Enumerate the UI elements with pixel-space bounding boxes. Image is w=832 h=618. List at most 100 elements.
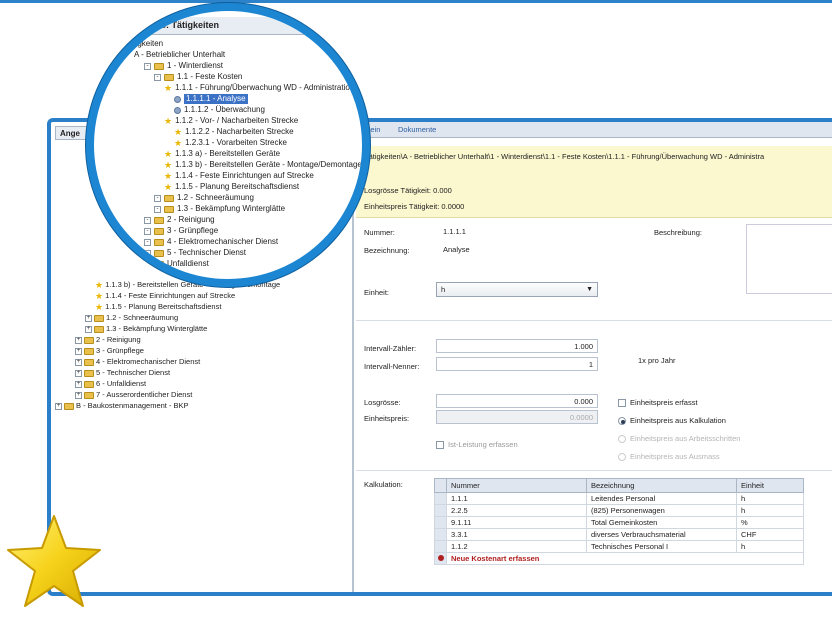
cell-nummer[interactable]: 1.1.1 bbox=[446, 492, 587, 505]
magnified-tree-node[interactable]: A - Betrieblicher Unterhalt bbox=[134, 50, 225, 60]
tree-node[interactable]: + B - Baukostenmanagement - BKP bbox=[55, 401, 189, 411]
collapse-icon[interactable]: - bbox=[144, 62, 151, 70]
beschreibung-field[interactable] bbox=[746, 224, 832, 294]
collapse-icon[interactable]: - bbox=[154, 194, 161, 202]
option-aus-ausmass[interactable]: Einheitspreis aus Ausmass bbox=[618, 452, 720, 461]
tree-node[interactable]: +1.2 - Schneeräumung bbox=[85, 313, 178, 323]
grid-row[interactable]: 1.1.2 Technisches Personal Ih bbox=[434, 540, 804, 553]
grid-row[interactable]: 2.2.5 (825) Personenwagen h bbox=[434, 504, 804, 517]
magnified-tree-node[interactable]: ★ 1.1.2.2 - Nacharbeiten Strecke bbox=[174, 127, 294, 137]
expand-icon[interactable]: + bbox=[75, 358, 82, 366]
expand-icon[interactable]: + bbox=[75, 347, 82, 355]
expand-icon[interactable]: + bbox=[85, 314, 92, 322]
row-selector[interactable] bbox=[434, 504, 447, 517]
expand-icon[interactable]: + bbox=[75, 336, 82, 344]
magnified-tree-node[interactable]: ★ 1.1.2 - Vor- / Nacharbeiten Strecke bbox=[164, 116, 298, 126]
cell-bezeichnung[interactable]: Technisches Personal I bbox=[586, 540, 737, 553]
expand-icon[interactable]: + bbox=[85, 325, 92, 333]
tree-node[interactable]: +7 - Ausserordentlicher Dienst bbox=[75, 390, 192, 400]
new-cost-type-link[interactable]: Neue Kostenart erfassen bbox=[446, 552, 804, 565]
magnified-tree-node[interactable]: - 2 - Reinigung bbox=[144, 215, 215, 225]
einheitspreis-field[interactable]: 0.0000 bbox=[436, 410, 598, 424]
collapse-icon[interactable]: - bbox=[144, 227, 151, 235]
nummer-field[interactable]: 1.1.1.1 bbox=[438, 224, 598, 238]
tree-node-label: 5 - Technischer Dienst bbox=[96, 368, 171, 377]
cell-nummer[interactable]: 3.3.1 bbox=[446, 528, 587, 541]
collapse-icon[interactable]: - bbox=[154, 205, 161, 213]
cell-einheit[interactable]: h bbox=[736, 504, 804, 517]
cell-einheit[interactable]: % bbox=[736, 516, 804, 529]
grid-header-bezeichnung[interactable]: Bezeichnung bbox=[586, 478, 737, 493]
magnified-tree-node[interactable]: - 5 - Technischer Dienst bbox=[144, 248, 246, 258]
folder-icon bbox=[64, 402, 74, 410]
grid-header-nummer[interactable]: Nummer bbox=[446, 478, 587, 493]
option-aus-kalkulation[interactable]: Einheitspreis aus Kalkulation bbox=[618, 416, 726, 425]
expand-icon[interactable]: + bbox=[75, 380, 82, 388]
expand-icon[interactable]: + bbox=[75, 369, 82, 377]
tree-node-label: 3 - Grünpflege bbox=[167, 226, 219, 235]
row-selector[interactable] bbox=[434, 516, 447, 529]
option-aus-arbeitsschritten[interactable]: Einheitspreis aus Arbeitsschritten bbox=[618, 434, 740, 443]
cell-einheit[interactable]: h bbox=[736, 492, 804, 505]
magnified-tree-node[interactable]: ★ 1.2.3.1 - Vorarbeiten Strecke bbox=[174, 138, 287, 148]
tree-node[interactable]: +2 - Reinigung bbox=[75, 335, 141, 345]
magnified-tree-node[interactable]: - Unfalldienst bbox=[144, 259, 209, 269]
grid-row[interactable]: 9.1.11 Total Gemeinkosten% bbox=[434, 516, 804, 529]
cell-nummer[interactable]: 9.1.11 bbox=[446, 516, 587, 529]
tree-node[interactable]: +5 - Technischer Dienst bbox=[75, 368, 170, 378]
intervall-nenner-field[interactable]: 1 bbox=[436, 357, 598, 371]
magnified-tree-node[interactable]: ★ 1.1.5 - Planung Bereitschaftsdienst bbox=[164, 182, 299, 192]
expand-icon[interactable]: + bbox=[55, 402, 62, 410]
cell-nummer[interactable]: 1.1.2 bbox=[446, 540, 587, 553]
tree-node[interactable]: +6 - Unfalldienst bbox=[75, 379, 146, 389]
row-selector[interactable] bbox=[434, 540, 447, 553]
grid-header-einheit[interactable]: Einheit bbox=[736, 478, 804, 493]
new-row[interactable]: Neue Kostenart erfassen bbox=[434, 552, 804, 565]
magnified-tree-node[interactable]: - 1.1 - Feste Kosten bbox=[154, 72, 242, 82]
tree-node[interactable]: ★ 1.1.5 - Planung Bereitschaftsdienst bbox=[95, 302, 221, 312]
cell-einheit[interactable]: CHF bbox=[736, 528, 804, 541]
collapse-icon[interactable]: - bbox=[144, 238, 151, 246]
cell-bezeichnung[interactable]: Leitendes Personal bbox=[586, 492, 737, 505]
tree-node[interactable]: +1.3 - Bekämpfung Winterglätte bbox=[85, 324, 207, 334]
magnified-tree-node[interactable]: - 3 - Grünpflege bbox=[144, 226, 218, 236]
magnified-tree-node[interactable]: Tätigkeiten bbox=[124, 39, 163, 49]
magnified-tree-node[interactable]: 1.1.1.1 - Analyse bbox=[174, 94, 248, 104]
grid-row[interactable]: 1.1.1 Leitendes Personal h bbox=[434, 492, 804, 505]
magnified-tree-node[interactable]: ★ 1.1.4 - Feste Einrichtungen auf Strecke bbox=[164, 171, 314, 181]
magnified-tree-node[interactable]: - 1.2 - Schneeräumung bbox=[154, 193, 254, 203]
cell-einheit[interactable]: h bbox=[736, 540, 804, 553]
tree-node-label: 7 - Ausserordentlicher Dienst bbox=[96, 390, 193, 399]
collapse-icon[interactable]: - bbox=[144, 249, 151, 257]
option-einheitspreis-erfasst[interactable]: Einheitspreis erfasst bbox=[618, 398, 698, 407]
collapse-icon[interactable]: - bbox=[144, 216, 151, 224]
magnified-tree-node[interactable]: 1.1.1.2 - Überwachung bbox=[174, 105, 265, 115]
row-selector[interactable] bbox=[434, 528, 447, 541]
magnified-tree-node[interactable]: - 4 - Elektromechanischer Dienst bbox=[144, 237, 278, 247]
magnified-tree-node[interactable]: - 1.3 - Bekämpfung Winterglätte bbox=[154, 204, 285, 214]
tree-node[interactable]: ★ 1.1.4 - Feste Einrichtungen auf Strecke bbox=[95, 291, 235, 301]
cell-bezeichnung[interactable]: Total Gemeinkosten bbox=[586, 516, 737, 529]
losgroesse-field[interactable]: 0.000 bbox=[436, 394, 598, 408]
magnified-tree-node[interactable]: - 1 - Winterdienst bbox=[144, 61, 223, 71]
magnified-tree-node[interactable]: ★ 1.1.1 - Führung/Überwachung WD - Admini… bbox=[164, 83, 354, 93]
cell-bezeichnung[interactable]: (825) Personenwagen bbox=[586, 504, 737, 517]
cell-nummer[interactable]: 2.2.5 bbox=[446, 504, 587, 517]
collapse-icon[interactable]: - bbox=[154, 73, 161, 81]
tree-node[interactable]: +3 - Grünpflege bbox=[75, 346, 144, 356]
tab-dokumente[interactable]: Dokumente bbox=[398, 125, 436, 134]
collapse-icon[interactable]: - bbox=[144, 260, 151, 268]
magnified-tree-node[interactable]: ★ 1.1.3 b) - Bereitstellen Geräte - Monta… bbox=[164, 160, 362, 170]
grid-row[interactable]: 3.3.1 diverses Verbrauchsmaterial CHF bbox=[434, 528, 804, 541]
expand-icon[interactable]: + bbox=[75, 391, 82, 399]
cell-bezeichnung[interactable]: diverses Verbrauchsmaterial bbox=[586, 528, 737, 541]
magnified-tree-node[interactable]: ★ 1.1.3 a) - Bereitstellen Geräte bbox=[164, 149, 280, 159]
intervall-zaehler-field[interactable]: 1.000 bbox=[436, 339, 598, 353]
row-selector[interactable] bbox=[434, 492, 447, 505]
tree-node[interactable]: +4 - Elektromechanischer Dienst bbox=[75, 357, 200, 367]
einheit-select[interactable]: h ▼ bbox=[436, 282, 598, 297]
row-selector[interactable] bbox=[434, 552, 447, 565]
bezeichnung-field[interactable]: Analyse bbox=[438, 242, 598, 256]
kalkulation-grid: Nummer Bezeichnung Einheit 1.1.1 Leitende… bbox=[434, 478, 804, 565]
ist-leistung-checkbox[interactable]: Ist-Leistung erfassen bbox=[436, 440, 518, 449]
